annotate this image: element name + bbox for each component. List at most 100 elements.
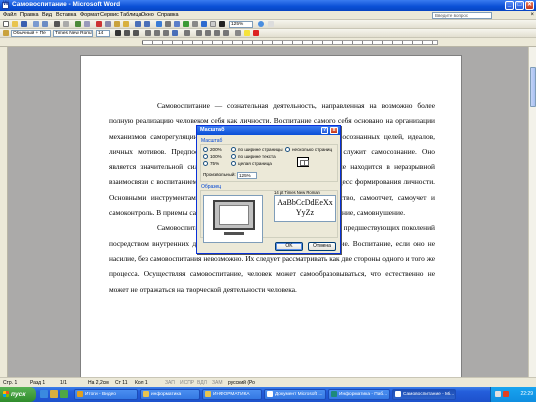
ie-icon[interactable]	[40, 390, 48, 398]
task-button-document[interactable]: Документ Microsoft ...	[264, 389, 326, 400]
menu-table[interactable]: Таблица	[120, 12, 142, 18]
excel-icon[interactable]	[183, 21, 189, 27]
zoom-field[interactable]: 125%	[229, 21, 253, 28]
dialog-close-button[interactable]: x	[330, 127, 338, 134]
radio-200[interactable]	[203, 147, 208, 153]
close-button[interactable]: ✕	[525, 1, 534, 10]
menu-help[interactable]: Справка	[157, 12, 179, 18]
line-spacing-icon[interactable]	[184, 30, 190, 36]
menu-edit[interactable]: Правка	[20, 12, 39, 18]
email-icon[interactable]	[42, 21, 48, 27]
scrollbar-thumb[interactable]	[530, 67, 536, 107]
zoom-200-option[interactable]: 200%	[203, 147, 222, 153]
zoom-75-option[interactable]: 75%	[203, 161, 219, 167]
radio-100[interactable]	[203, 154, 208, 160]
ok-button[interactable]: OK	[275, 242, 303, 251]
radio-page-width[interactable]	[231, 147, 236, 153]
dialog-help-button[interactable]: ?	[321, 127, 328, 134]
menu-file[interactable]: Файл	[3, 12, 17, 18]
highlight-icon[interactable]	[244, 30, 250, 36]
menu-format[interactable]: Формат	[80, 12, 100, 18]
align-right-icon[interactable]	[163, 30, 169, 36]
align-left-icon[interactable]	[145, 30, 151, 36]
horizontal-ruler[interactable]	[0, 38, 536, 47]
read-icon[interactable]	[268, 21, 274, 27]
underline-icon[interactable]	[133, 30, 139, 36]
task-button-informatika[interactable]: информатика	[140, 389, 200, 400]
vertical-ruler[interactable]	[0, 47, 8, 377]
radio-many-pages[interactable]	[285, 147, 290, 153]
redo-icon[interactable]	[144, 21, 150, 27]
bullets-icon[interactable]	[205, 30, 211, 36]
hyperlink-icon[interactable]	[156, 21, 162, 27]
columns-icon[interactable]	[192, 21, 198, 27]
cut-icon[interactable]	[96, 21, 102, 27]
insert-table-icon[interactable]	[174, 21, 180, 27]
research-icon[interactable]	[84, 21, 90, 27]
bold-icon[interactable]	[115, 30, 121, 36]
styles-icon[interactable]	[3, 30, 9, 36]
menu-window[interactable]: Окно	[141, 12, 154, 18]
task-button-informatika-caps[interactable]: ИНФОРМАТИКА	[202, 389, 262, 400]
style-field[interactable]: Обычный + Пе	[11, 30, 51, 37]
status-trk[interactable]: ИСПР	[180, 380, 194, 386]
document-map-icon[interactable]	[210, 21, 216, 27]
folder-icon[interactable]	[50, 390, 58, 398]
paste-icon[interactable]	[114, 21, 120, 27]
status-ovr[interactable]: ЗАМ	[212, 380, 223, 386]
format-painter-icon[interactable]	[123, 21, 129, 27]
minimize-button[interactable]: _	[505, 1, 514, 10]
font-field[interactable]: Times New Roman	[53, 30, 93, 37]
many-pages-option[interactable]: несколько страниц	[285, 147, 332, 153]
start-button[interactable]: пуск	[0, 387, 36, 402]
text-width-option[interactable]: по ширине текста	[231, 154, 276, 160]
cancel-button[interactable]: Отмена	[308, 242, 336, 251]
italic-icon[interactable]	[124, 30, 130, 36]
radio-75[interactable]	[203, 161, 208, 167]
tables-icon[interactable]	[165, 21, 171, 27]
open-icon[interactable]	[12, 21, 18, 27]
copy-icon[interactable]	[105, 21, 111, 27]
font-color-icon[interactable]	[253, 30, 259, 36]
spelling-icon[interactable]	[75, 21, 81, 27]
radio-whole-page[interactable]	[231, 161, 236, 167]
undo-icon[interactable]	[135, 21, 141, 27]
menu-insert[interactable]: Вставка	[56, 12, 76, 18]
new-document-icon[interactable]	[3, 21, 9, 27]
print-preview-icon[interactable]	[63, 21, 69, 27]
zoom-100-option[interactable]: 100%	[203, 154, 222, 160]
print-icon[interactable]	[54, 21, 60, 27]
task-button-publisher[interactable]: Информатика - Паб...	[328, 389, 390, 400]
language-tray-icon[interactable]	[495, 391, 501, 397]
whole-page-option[interactable]: целая страница	[231, 161, 272, 167]
media-icon[interactable]	[60, 390, 68, 398]
drawing-icon[interactable]	[201, 21, 207, 27]
maximize-button[interactable]: □	[515, 1, 524, 10]
document-close-icon[interactable]: ×	[530, 12, 534, 18]
antivirus-tray-icon[interactable]	[503, 391, 509, 397]
status-rec[interactable]: ЗАП	[165, 380, 175, 386]
task-button-word-active[interactable]: Самовоспитание - Mi...	[392, 389, 456, 400]
numbering-icon[interactable]	[196, 30, 202, 36]
font-size-field[interactable]: 14	[96, 30, 110, 37]
menu-tools[interactable]: Сервис	[100, 12, 119, 18]
menu-view[interactable]: Вид	[42, 12, 52, 18]
many-pages-icon[interactable]	[297, 157, 309, 167]
help-search-input[interactable]: Введите вопрос	[432, 12, 492, 19]
task-button-video[interactable]: Итоги - Видео	[74, 389, 138, 400]
vertical-scrollbar[interactable]	[528, 47, 536, 377]
save-icon[interactable]	[21, 21, 27, 27]
status-ext[interactable]: ВДЛ	[197, 380, 207, 386]
decrease-indent-icon[interactable]	[214, 30, 220, 36]
custom-zoom-input[interactable]: 125%	[237, 172, 257, 179]
increase-indent-icon[interactable]	[223, 30, 229, 36]
show-formatting-icon[interactable]	[219, 21, 225, 27]
clock[interactable]: 22:29	[520, 391, 533, 397]
permission-icon[interactable]	[33, 21, 39, 27]
borders-icon[interactable]	[235, 30, 241, 36]
radio-text-width[interactable]	[231, 154, 236, 160]
align-center-icon[interactable]	[154, 30, 160, 36]
page-width-option[interactable]: по ширине страницы	[231, 147, 283, 153]
help-icon[interactable]	[258, 21, 264, 27]
justify-icon[interactable]	[172, 30, 178, 36]
